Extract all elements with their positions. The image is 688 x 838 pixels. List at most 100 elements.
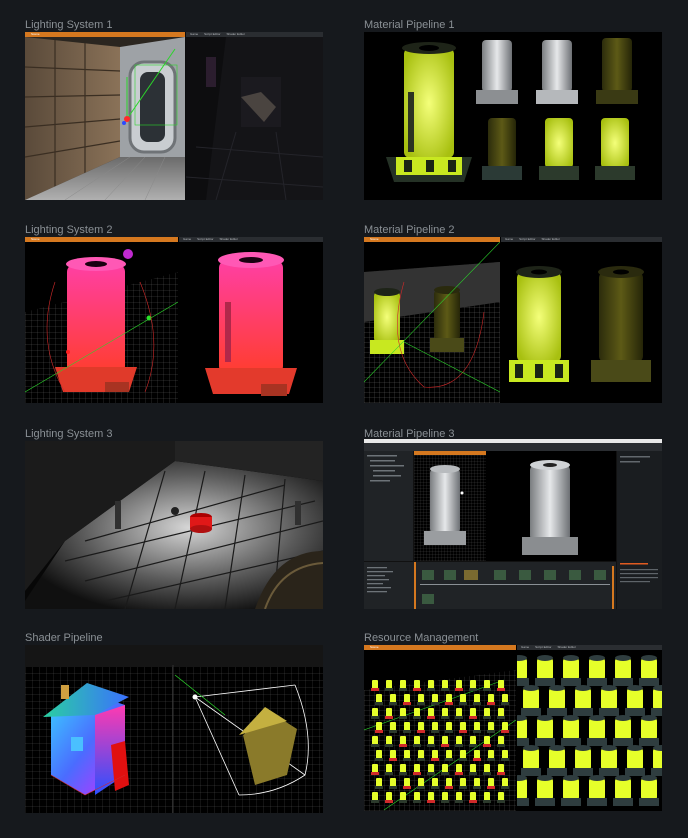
canister-instance xyxy=(459,778,467,789)
canister-instance xyxy=(399,708,407,719)
canister-instance xyxy=(469,736,477,747)
canister-instance xyxy=(483,764,491,775)
card-material-pipeline-3[interactable]: Material Pipeline 3 xyxy=(364,427,662,609)
canister-instance xyxy=(497,708,505,719)
canister-instance xyxy=(441,764,449,775)
canister-grey-2 xyxy=(536,40,578,104)
inspector-panel[interactable] xyxy=(616,451,662,609)
canister-instance xyxy=(413,736,421,747)
card-lighting-system-3[interactable]: Lighting System 3 xyxy=(25,427,323,609)
card-title: Lighting System 3 xyxy=(25,428,113,440)
canister-instance xyxy=(469,680,477,691)
card-screenshot[interactable] xyxy=(364,439,662,609)
canister-instance xyxy=(497,736,505,747)
card-screenshot[interactable] xyxy=(25,645,323,813)
scene-panel[interactable] xyxy=(414,451,486,561)
canister-instance xyxy=(445,694,453,705)
canister-instance xyxy=(535,715,555,746)
canister-instance xyxy=(487,694,495,705)
canister-instance xyxy=(431,750,439,761)
canister-instance xyxy=(497,764,505,775)
game-viewport[interactable] xyxy=(179,242,323,403)
canister-instance xyxy=(487,778,495,789)
canister-instance xyxy=(487,722,495,733)
card-screenshot[interactable] xyxy=(364,32,662,200)
canister-instance xyxy=(535,655,555,686)
canister-instance xyxy=(501,694,509,705)
canister-instance xyxy=(417,750,425,761)
editor-toolbar xyxy=(364,443,662,451)
canister-instance xyxy=(389,750,397,761)
card-screenshot[interactable]: Scene Game Script Editor Shader Editor xyxy=(25,237,323,403)
canister-instance xyxy=(639,715,659,746)
card-lighting-system-2[interactable]: Lighting System 2 Scene Game Script Edit… xyxy=(25,223,323,405)
canister-instance xyxy=(639,655,659,686)
canister-instance xyxy=(473,778,481,789)
game-viewport[interactable] xyxy=(186,37,323,200)
canister-instance xyxy=(389,778,397,789)
canister-instance xyxy=(459,722,467,733)
canister-instance xyxy=(455,708,463,719)
gradient-canister-scene xyxy=(25,242,178,403)
canister-grid-scene xyxy=(364,650,516,811)
canister-instance xyxy=(599,745,619,776)
canister-instance xyxy=(389,722,397,733)
canister-instance xyxy=(385,764,393,775)
canister-instance xyxy=(445,778,453,789)
card-screenshot[interactable]: Scene Game Script Editor Shader Editor xyxy=(25,32,323,200)
canister-instance xyxy=(385,708,393,719)
canister-instance xyxy=(371,736,379,747)
card-shader-pipeline[interactable]: Shader Pipeline xyxy=(25,631,323,813)
canister-instance xyxy=(483,736,491,747)
canister-instance xyxy=(385,792,393,803)
card-screenshot[interactable]: Scene Game Script Editor Shader Editor xyxy=(364,237,662,403)
canister-instance xyxy=(587,655,607,686)
canister-instance xyxy=(413,792,421,803)
card-lighting-system-1[interactable]: Lighting System 1 Scene Game Script Edit… xyxy=(25,18,323,200)
card-screenshot[interactable] xyxy=(25,441,323,609)
canister-instance xyxy=(417,722,425,733)
canister-instance xyxy=(441,680,449,691)
game-viewport[interactable] xyxy=(517,650,662,811)
canister-instance xyxy=(375,694,383,705)
canister-instance xyxy=(455,736,463,747)
canister-instance xyxy=(573,685,593,716)
twin-canister-game xyxy=(501,242,662,403)
canister-instance xyxy=(431,722,439,733)
material-variants-render xyxy=(364,32,662,200)
card-title: Material Pipeline 2 xyxy=(364,224,455,236)
game-viewport[interactable] xyxy=(501,242,662,403)
canister-instance xyxy=(417,778,425,789)
canister-instance xyxy=(371,680,379,691)
canister-instance xyxy=(587,715,607,746)
canister-instance xyxy=(417,694,425,705)
canister-instance xyxy=(441,708,449,719)
canister-instance xyxy=(469,708,477,719)
game-panel[interactable] xyxy=(486,451,616,561)
canister-instance xyxy=(375,722,383,733)
project-panel[interactable] xyxy=(364,561,616,609)
card-material-pipeline-1[interactable]: Material Pipeline 1 xyxy=(364,18,662,200)
canister-instance xyxy=(587,775,607,806)
canister-instance xyxy=(399,792,407,803)
canister-instance xyxy=(501,722,509,733)
card-resource-management[interactable]: Resource Management Scene Game Script Ed… xyxy=(364,631,662,813)
canister-instance xyxy=(483,792,491,803)
canister-instance xyxy=(497,680,505,691)
canister-instance xyxy=(441,736,449,747)
canister-instance xyxy=(547,745,567,776)
scene-viewport[interactable] xyxy=(364,650,516,811)
canister-instance xyxy=(561,715,581,746)
canister-instance xyxy=(497,792,505,803)
canister-instance xyxy=(473,750,481,761)
canister-instance xyxy=(561,775,581,806)
card-material-pipeline-2[interactable]: Material Pipeline 2 Scene Game Script Ed… xyxy=(364,223,662,405)
card-screenshot[interactable]: Scene Game Script Editor Shader Editor xyxy=(364,645,662,811)
canister-instance xyxy=(441,792,449,803)
canister-instance xyxy=(413,708,421,719)
hierarchy-panel[interactable] xyxy=(364,451,414,561)
canister-instance xyxy=(469,764,477,775)
scene-viewport[interactable] xyxy=(25,37,185,200)
scene-viewport[interactable] xyxy=(25,242,178,403)
scene-viewport[interactable] xyxy=(364,242,500,403)
